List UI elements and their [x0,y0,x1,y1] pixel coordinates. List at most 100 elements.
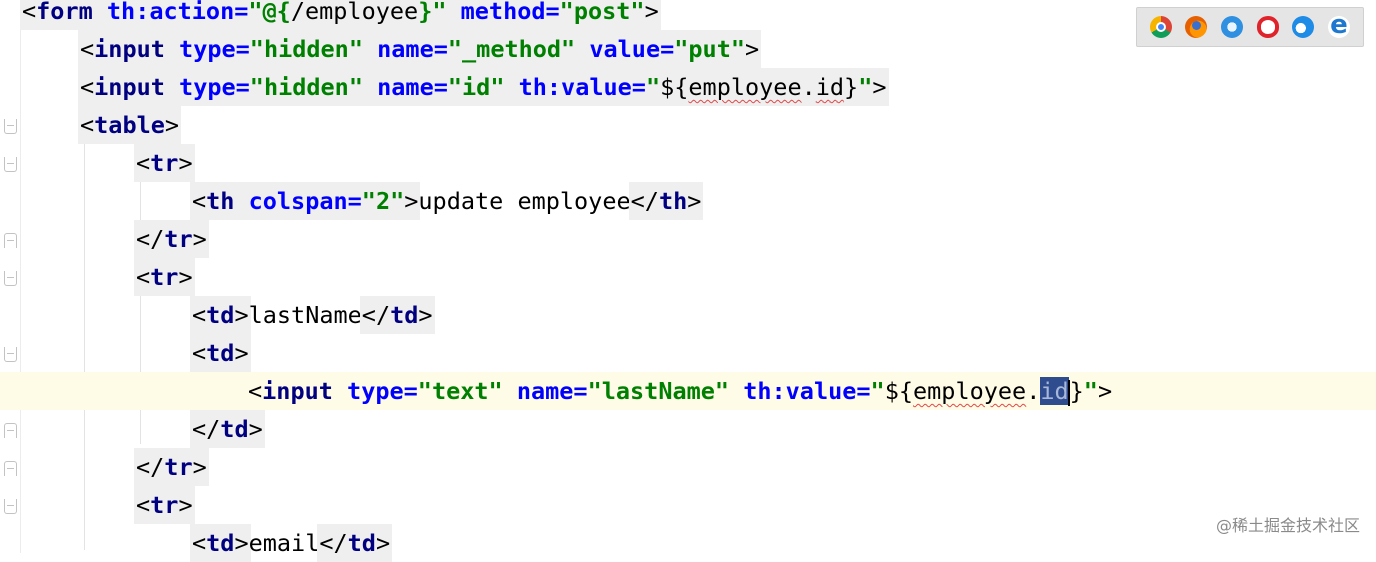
watermark: @稀土掘金技术社区 [1215,516,1360,535]
code-line-content: <input type="hidden" name="id" th:value=… [78,68,889,106]
tag-highlight: <form th:action="@{/employee}" method="p… [20,0,661,30]
code-token: > [178,149,193,177]
code-token: "hidden" [249,73,363,101]
code-token: type= [332,377,418,405]
fold-marker-icon[interactable] [4,499,17,514]
code-token: lastName [248,301,362,329]
code-line[interactable]: <input type="text" name="lastName" th:va… [0,372,1376,410]
code-token: > [248,415,263,443]
fold-marker-icon[interactable] [4,233,17,248]
code-line[interactable]: <tr> [0,486,1376,524]
code-line[interactable]: <tr> [0,144,1376,182]
tag-highlight: </tr> [134,448,209,486]
tag-highlight: </td> [359,296,435,334]
safari-icon[interactable] [1221,16,1244,38]
code-token: input [262,377,333,405]
code-line[interactable]: <td>email</td> [0,524,1376,562]
code-token: "post" [559,0,645,25]
internet-explorer-icon[interactable] [1328,10,1351,40]
fold-marker-icon[interactable] [4,271,17,286]
tag-highlight: <td> [190,334,251,372]
code-line[interactable]: <tr> [0,258,1376,296]
browser-preview-bar [1136,7,1364,47]
edge-icon[interactable] [1292,16,1315,38]
code-token: < [192,301,207,329]
code-line[interactable]: </tr> [0,220,1376,258]
code-line[interactable]: <td>lastName</td> [0,296,1376,334]
code-line[interactable]: <th colspan="2">update employee</th> [0,182,1376,220]
code-token: name= [362,35,448,63]
fold-marker-icon[interactable] [4,423,17,438]
code-token: } [1069,377,1084,405]
code-token: "hidden" [249,35,363,63]
code-line-content: <tr> [134,258,195,296]
code-token: "put" [674,35,746,63]
fold-marker-icon[interactable] [4,461,17,476]
tag-highlight: <tr> [134,144,195,182]
code-token: < [80,35,95,63]
code-token: > [164,111,180,139]
firefox-icon[interactable] [1185,16,1208,38]
code-token: > [745,35,760,63]
code-token: name= [502,377,588,405]
code-token: < [248,377,263,405]
code-token: tr [164,225,193,253]
code-token: method= [446,0,560,25]
tag-highlight: <input type="text" name="lastName" th:va… [246,372,1114,410]
opera-icon[interactable] [1256,16,1279,38]
code-token: </ [136,453,165,481]
code-token: tr [150,263,179,291]
code-token: value= [575,35,675,63]
code-token: > [234,301,249,329]
code-token: type= [164,73,250,101]
code-token: </ [136,225,165,253]
code-token: input [94,35,165,63]
code-line[interactable]: </td> [0,410,1376,448]
code-token: < [192,187,207,215]
code-token: < [80,73,95,101]
code-token: employee [913,377,1027,405]
code-token: < [136,149,151,177]
tag-highlight: <td> [190,296,251,334]
code-line[interactable]: </tr> [0,448,1376,486]
code-token: ${ [660,73,689,101]
fold-marker-icon[interactable] [4,157,17,172]
code-token: employee [688,73,802,101]
code-line[interactable]: <table> [0,106,1376,144]
code-token: " [645,73,661,101]
code-token: tr [150,149,179,177]
code-line-content: <th colspan="2">update employee</th> [190,182,704,220]
code-token: < [22,0,37,25]
code-token: }" [418,0,447,25]
code-token: th:value= [504,73,646,101]
code-line-content: </tr> [134,448,209,486]
code-line-content: <tr> [134,486,195,524]
code-token: > [404,187,419,215]
tag-highlight: <th colspan="2"> [190,182,421,220]
code-token: id [815,73,845,101]
code-line[interactable]: <td> [0,334,1376,372]
code-token: name= [362,73,448,101]
code-token: type= [164,35,250,63]
code-token: . [1026,377,1041,405]
chrome-icon[interactable] [1149,16,1172,38]
code-token: < [136,491,151,519]
code-line-content: </td> [190,410,265,448]
code-line[interactable]: <input type="hidden" name="id" th:value=… [0,68,1376,106]
tag-highlight: </th> [628,182,704,220]
code-token: "_method" [447,35,576,63]
code-token: > [192,453,207,481]
code-token: > [1097,377,1113,405]
fold-marker-icon[interactable] [4,119,17,134]
fold-marker-icon[interactable] [4,347,17,362]
tag-highlight: <tr> [134,486,195,524]
code-token: colspan= [234,187,362,215]
code-token: > [687,187,702,215]
tag-highlight: <tr> [134,258,195,296]
code-line-content: <form th:action="@{/employee}" method="p… [20,0,661,30]
code-line-content: <td>email</td> [190,524,393,562]
code-token: th:action= [92,0,249,25]
code-token: > [418,301,433,329]
code-token: form [36,0,93,25]
tag-highlight: </tr> [134,220,209,258]
